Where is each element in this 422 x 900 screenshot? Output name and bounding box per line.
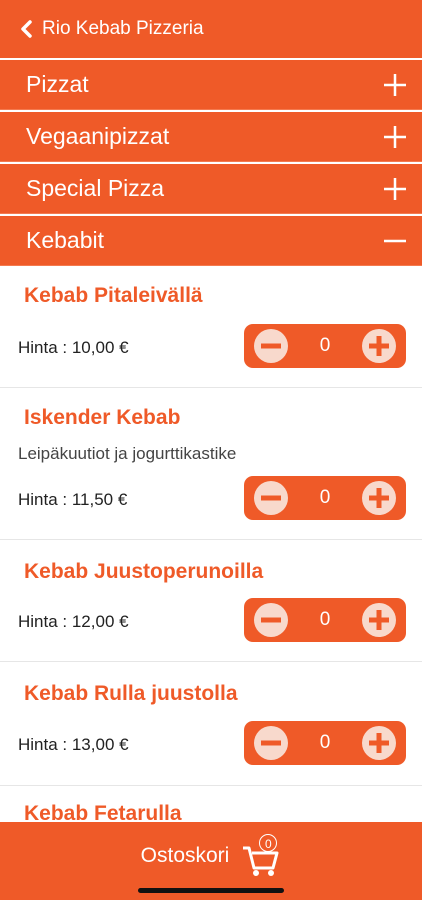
category-special-pizza[interactable]: Special Pizza: [0, 164, 422, 214]
quantity-value: 0: [319, 609, 331, 630]
plus-icon[interactable]: [382, 124, 408, 150]
quantity-value: 0: [319, 335, 331, 356]
quantity-stepper: 0: [244, 476, 406, 520]
plus-icon[interactable]: [382, 176, 408, 202]
item-name: Kebab Rulla juustolla: [24, 682, 238, 705]
item-description: Leipäkuutiot ja jogurttikastike: [18, 444, 237, 463]
item-price: Hinta : 10,00 €: [18, 338, 129, 357]
home-indicator: [138, 888, 284, 893]
category-label: Kebabit: [26, 227, 105, 253]
plus-circle-icon[interactable]: [361, 480, 397, 516]
plus-icon[interactable]: [382, 72, 408, 98]
app-header: Rio Kebab Pizzeria: [0, 0, 422, 58]
minus-circle-icon[interactable]: [253, 725, 289, 761]
quantity-value: 0: [319, 732, 331, 753]
page-title[interactable]: Rio Kebab Pizzeria: [42, 18, 204, 40]
item-name: Kebab Juustoperunoilla: [24, 560, 264, 583]
category-pizzat[interactable]: Pizzat: [0, 60, 422, 110]
plus-circle-icon[interactable]: [361, 725, 397, 761]
menu-item: Kebab Pitaleivällä Hinta : 10,00 € 0: [0, 268, 422, 388]
category-vegaanipizzat[interactable]: Vegaanipizzat: [0, 112, 422, 162]
item-price: Hinta : 13,00 €: [18, 735, 129, 754]
minus-circle-icon[interactable]: [253, 602, 289, 638]
quantity-value: 0: [319, 487, 331, 508]
item-name: Iskender Kebab: [24, 406, 181, 429]
plus-circle-icon[interactable]: [361, 328, 397, 364]
minus-circle-icon[interactable]: [253, 480, 289, 516]
menu-item: Kebab Rulla juustolla Hinta : 13,00 € 0: [0, 664, 422, 786]
item-price: Hinta : 11,50 €: [18, 490, 128, 509]
quantity-stepper: 0: [244, 721, 406, 765]
category-label: Special Pizza: [26, 175, 165, 201]
item-price: Hinta : 12,00 €: [18, 612, 129, 631]
chevron-left-icon[interactable]: [20, 19, 34, 39]
category-label: Vegaanipizzat: [26, 123, 170, 149]
minus-circle-icon[interactable]: [253, 328, 289, 364]
category-kebabit[interactable]: Kebabit: [0, 216, 422, 266]
quantity-stepper: 0: [244, 598, 406, 642]
menu-item: Iskender Kebab Leipäkuutiot ja jogurttik…: [0, 390, 422, 540]
category-label: Pizzat: [26, 71, 89, 97]
cart-icon[interactable]: 0: [241, 834, 281, 876]
minus-icon[interactable]: [382, 228, 408, 254]
item-name: Kebab Pitaleivällä: [24, 284, 203, 307]
plus-circle-icon[interactable]: [361, 602, 397, 638]
quantity-stepper: 0: [244, 324, 406, 368]
menu-item: Kebab Juustoperunoilla Hinta : 12,00 € 0: [0, 542, 422, 662]
